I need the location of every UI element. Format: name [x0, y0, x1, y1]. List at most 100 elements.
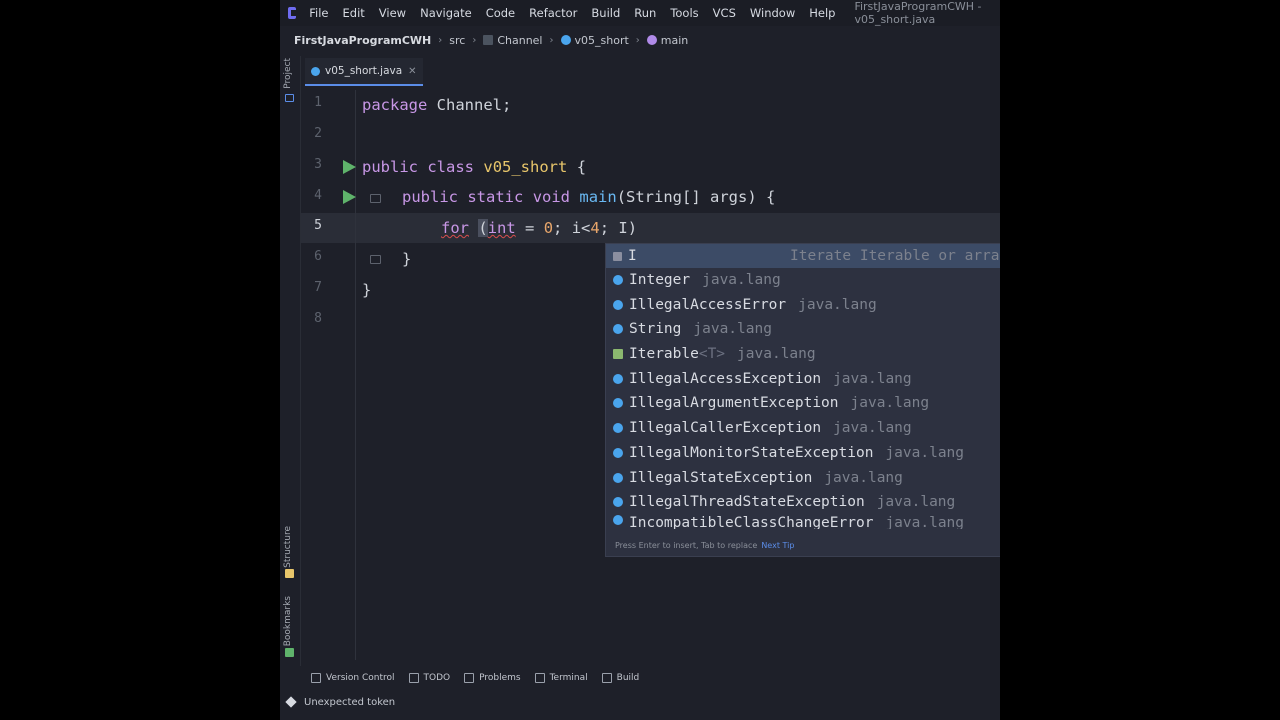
completion-item[interactable]: IllegalArgumentException java.lang [606, 391, 1000, 415]
code-line-3: public class v05_short { [362, 157, 586, 177]
build-button[interactable]: Build [601, 673, 639, 683]
fold-icon[interactable] [370, 255, 381, 264]
tab-v05-short-java[interactable]: v05_short.java ✕ [305, 58, 423, 86]
list-icon [408, 673, 419, 683]
problems-button[interactable]: Problems [464, 673, 521, 683]
completion-item[interactable]: I Iterate Iterable or array [606, 244, 1000, 268]
menu-window[interactable]: Window [743, 6, 802, 20]
next-tip-link[interactable]: Next Tip [761, 541, 794, 550]
line-number: 6 [314, 249, 322, 264]
chevron-right-icon: › [549, 34, 554, 46]
project-folder-icon [285, 94, 294, 102]
run-class-icon[interactable] [343, 160, 356, 174]
completion-footer: Press Enter to insert, Tab to replace Ne… [606, 534, 1000, 556]
completion-package: java.lang [737, 346, 816, 362]
terminal-icon [534, 673, 545, 683]
code-line-4: public static void main(String[] args) { [402, 187, 775, 207]
chevron-right-icon: › [438, 34, 443, 46]
completion-name: IllegalAccessError [629, 297, 787, 313]
breadcrumb-method[interactable]: main [646, 33, 689, 47]
chevron-right-icon: › [635, 34, 640, 46]
bookmark-icon [285, 648, 294, 657]
code-line-5: for (int = 0; i<4; I) [441, 218, 637, 238]
completion-name: Integer [629, 272, 691, 288]
completion-generic: <T> [698, 346, 726, 362]
tool-label: TODO [423, 673, 451, 683]
menu-vcs[interactable]: VCS [706, 6, 743, 20]
completion-item[interactable]: IllegalThreadStateException java.lang [606, 490, 1000, 514]
menu-run[interactable]: Run [627, 6, 663, 20]
menu-help[interactable]: Help [802, 6, 842, 20]
live-template-icon [613, 251, 622, 261]
project-tool-button[interactable]: Project [283, 58, 293, 89]
class-name: v05_short [483, 158, 568, 176]
fold-icon[interactable] [370, 194, 381, 203]
completion-name: Iterable [629, 346, 699, 362]
breadcrumb-channel[interactable]: Channel [483, 33, 543, 47]
completion-item[interactable]: IllegalMonitorStateException java.lang [606, 441, 1000, 465]
line-number: 2 [314, 126, 322, 141]
keyword: int [487, 219, 516, 237]
completion-item[interactable]: Iterable <T> java.lang [606, 342, 1000, 366]
structure-tool-button[interactable]: Structure [283, 526, 293, 568]
completion-name: I [628, 248, 637, 264]
completion-package: java.lang [850, 395, 930, 411]
breadcrumb: FirstJavaProgramCWH › src › Channel › v0… [280, 29, 1000, 51]
menu-build[interactable]: Build [584, 6, 627, 20]
java-class-icon [311, 66, 320, 76]
menu-refactor[interactable]: Refactor [522, 6, 584, 20]
version-control-button[interactable]: Version Control [311, 673, 395, 683]
completion-footer-text: Press Enter to insert, Tab to replace [615, 540, 758, 550]
folder-icon [483, 35, 494, 45]
completion-item[interactable]: String java.lang [606, 317, 1000, 341]
class-icon [613, 515, 623, 525]
line-number: 7 [314, 280, 322, 295]
menu-view[interactable]: View [372, 6, 413, 20]
terminal-button[interactable]: Terminal [534, 673, 588, 683]
class-icon [613, 275, 623, 285]
menu-file[interactable]: File [302, 6, 335, 20]
menu-bar: File Edit View Navigate Code Refactor Bu… [280, 0, 1000, 26]
line-number: 1 [314, 95, 322, 110]
completion-hint: Iterate Iterable or array [790, 248, 1000, 264]
class-icon [613, 398, 623, 408]
paren-match: ( [478, 219, 488, 237]
breadcrumb-channel-label: Channel [497, 33, 543, 47]
completion-package: java.lang [798, 297, 877, 313]
code-text: { [567, 158, 587, 176]
class-icon [613, 324, 623, 334]
menu-tools[interactable]: Tools [663, 6, 705, 20]
editor-tab-bar: v05_short.java ✕ [301, 58, 1000, 86]
error-icon [285, 696, 297, 708]
breadcrumb-class[interactable]: v05_short [560, 33, 629, 47]
completion-item[interactable]: IllegalStateException java.lang [606, 466, 1000, 490]
menu-edit[interactable]: Edit [336, 6, 372, 20]
editor-gutter: 1 2 3 4 5 6 7 8 [301, 90, 381, 660]
completion-package: java.lang [876, 494, 956, 510]
keyword: void [532, 188, 571, 206]
completion-item[interactable]: Integer java.lang [606, 268, 1000, 292]
tab-label: v05_short.java [325, 65, 403, 77]
completion-item[interactable]: IllegalCallerException java.lang [606, 416, 1000, 440]
menu-navigate[interactable]: Navigate [413, 6, 479, 20]
bookmarks-tool-button[interactable]: Bookmarks [283, 596, 293, 646]
completion-item[interactable]: IllegalAccessError java.lang [606, 293, 1000, 317]
breadcrumb-src[interactable]: src [449, 34, 465, 47]
completion-package: java.lang [824, 470, 903, 486]
menu-code[interactable]: Code [479, 6, 522, 20]
ide-window: File Edit View Navigate Code Refactor Bu… [280, 0, 1000, 720]
code-text: (String[] args) { [616, 188, 776, 206]
close-icon[interactable]: ✕ [408, 66, 416, 77]
run-main-icon[interactable] [343, 190, 356, 204]
problems-icon [464, 673, 475, 683]
line-number: 8 [314, 311, 322, 326]
code-text: Channel; [427, 96, 512, 114]
todo-button[interactable]: TODO [408, 673, 451, 683]
current-line-highlight [301, 213, 1000, 243]
left-tool-strip: Project Structure Bookmarks [280, 56, 301, 666]
breadcrumb-class-label: v05_short [574, 33, 629, 47]
breadcrumb-method-label: main [660, 33, 689, 47]
completion-item[interactable]: IllegalAccessException java.lang [606, 367, 1000, 391]
breadcrumb-project[interactable]: FirstJavaProgramCWH [294, 34, 431, 47]
completion-item[interactable]: IncompatibleClassChangeError java.lang [606, 515, 1000, 529]
